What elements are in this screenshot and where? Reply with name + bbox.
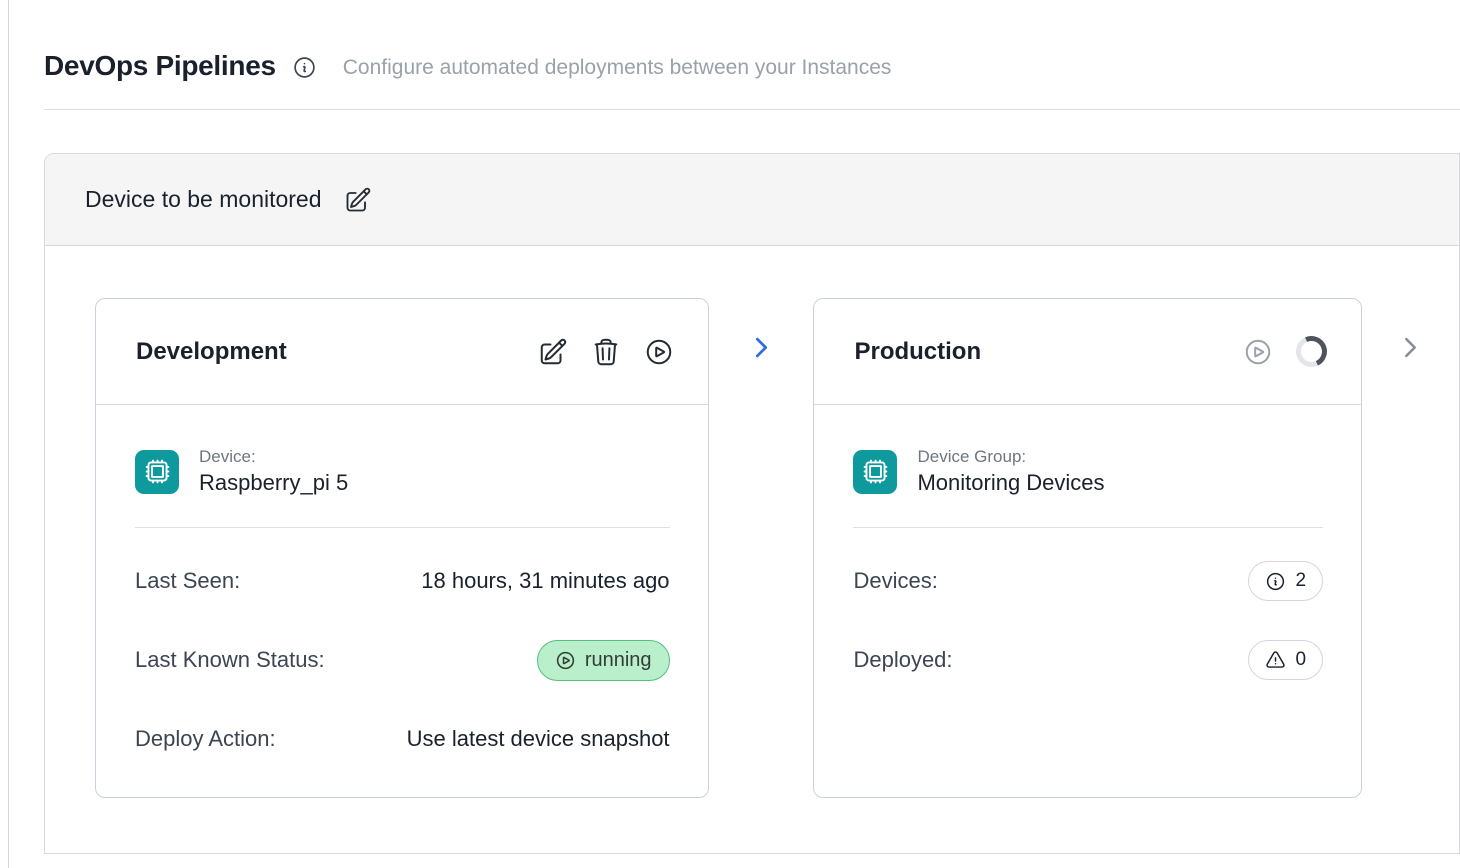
panel-header: Device to be monitored <box>45 154 1459 246</box>
warning-triangle-icon <box>1265 650 1286 671</box>
cpu-chip-icon <box>135 450 179 494</box>
device-text: Device: Raspberry_pi 5 <box>199 447 348 496</box>
trash-icon[interactable] <box>591 337 621 367</box>
development-details: Last Seen: 18 hours, 31 minutes ago Last… <box>135 558 670 762</box>
development-card-header: Development <box>96 299 708 405</box>
deployed-count-badge[interactable]: 0 <box>1248 640 1323 680</box>
card-divider <box>853 527 1323 528</box>
development-card-actions <box>538 337 674 367</box>
devices-count-badge[interactable]: 2 <box>1248 561 1323 601</box>
production-card-header: Production <box>814 299 1361 405</box>
devices-row: Devices: 2 <box>853 558 1323 604</box>
chevron-right-icon <box>748 334 775 361</box>
header-divider <box>44 109 1460 110</box>
device-name: Raspberry_pi 5 <box>199 470 348 496</box>
development-card-body: Device: Raspberry_pi 5 Last Seen: 18 hou… <box>96 405 708 762</box>
deploy-action-value: Use latest device snapshot <box>407 726 670 752</box>
edit-icon[interactable] <box>538 337 568 367</box>
production-card-actions <box>1243 336 1327 367</box>
chevron-right-icon <box>1397 334 1424 361</box>
play-circle-icon[interactable] <box>644 337 674 367</box>
content-left-divider <box>8 0 9 868</box>
production-details: Devices: 2 Deployed: <box>853 558 1323 683</box>
device-group-label: Device Group: <box>917 447 1104 467</box>
development-card: Development <box>95 298 709 798</box>
production-card-body: Device Group: Monitoring Devices Devices… <box>814 405 1361 683</box>
device-group-info: Device Group: Monitoring Devices <box>853 447 1323 496</box>
device-group-text: Device Group: Monitoring Devices <box>917 447 1104 496</box>
loading-spinner-icon <box>1292 332 1332 372</box>
last-seen-value: 18 hours, 31 minutes ago <box>421 568 669 594</box>
cpu-chip-icon <box>853 450 897 494</box>
device-group-name: Monitoring Devices <box>917 470 1104 496</box>
devops-pipelines-page: DevOps Pipelines Configure automated dep… <box>0 0 1460 868</box>
page-subtitle: Configure automated deployments between … <box>343 56 892 80</box>
panel-body: Development <box>45 246 1459 798</box>
devices-label: Devices: <box>853 568 937 594</box>
deploy-action-label: Deploy Action: <box>135 726 276 752</box>
info-icon <box>1265 571 1286 592</box>
development-card-title: Development <box>136 338 287 366</box>
production-card: Production <box>813 298 1362 798</box>
play-circle-icon[interactable] <box>1243 337 1273 367</box>
last-seen-label: Last Seen: <box>135 568 240 594</box>
deployed-count: 0 <box>1295 649 1306 671</box>
status-label: Last Known Status: <box>135 647 325 673</box>
status-badge: running <box>537 640 670 681</box>
panel-title: Device to be monitored <box>85 186 322 213</box>
edit-icon[interactable] <box>344 186 372 214</box>
last-seen-row: Last Seen: 18 hours, 31 minutes ago <box>135 558 670 604</box>
deployed-label: Deployed: <box>853 647 952 673</box>
card-divider <box>135 527 670 528</box>
info-icon[interactable] <box>292 55 317 80</box>
deployed-row: Deployed: 0 <box>853 637 1323 683</box>
page-title: DevOps Pipelines <box>44 50 276 82</box>
next-stage-arrow[interactable] <box>1362 334 1459 361</box>
status-badge-label: running <box>585 649 652 672</box>
device-label: Device: <box>199 447 348 467</box>
status-row: Last Known Status: running <box>135 637 670 683</box>
pipeline-panel: Device to be monitored Development <box>44 153 1460 854</box>
production-card-title: Production <box>854 338 981 366</box>
deploy-action-row: Deploy Action: Use latest device snapsho… <box>135 716 670 762</box>
play-circle-icon <box>555 650 576 671</box>
devices-count: 2 <box>1295 570 1306 592</box>
device-info: Device: Raspberry_pi 5 <box>135 447 670 496</box>
pipeline-flow-arrow <box>709 334 814 361</box>
page-header: DevOps Pipelines Configure automated dep… <box>0 0 1460 82</box>
